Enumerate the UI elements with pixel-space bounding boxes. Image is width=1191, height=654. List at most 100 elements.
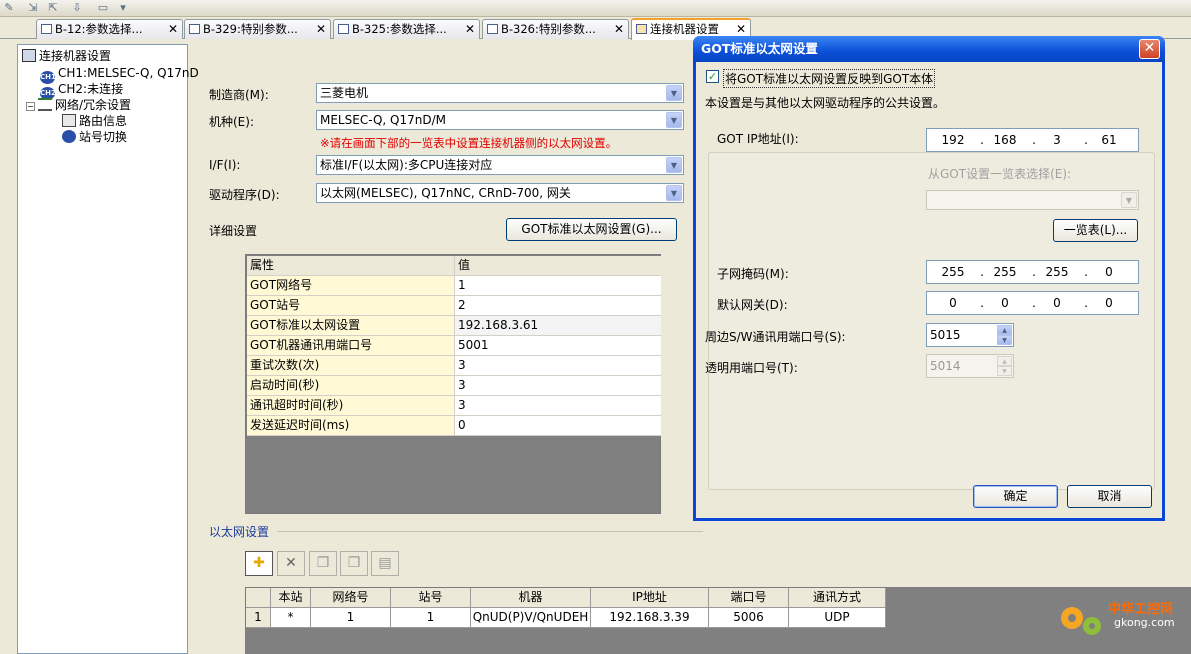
delete-row-button[interactable]: ✕ — [277, 551, 305, 576]
tool-icon-2[interactable]: ⇲ — [26, 1, 40, 15]
dialog-title-bar[interactable]: GOT标准以太网设置 ✕ — [693, 36, 1165, 62]
ip-octet[interactable]: 168 — [985, 129, 1025, 151]
driver-select[interactable]: 以太网(MELSEC), Q17nNC, CRnD-700, 网关 ▼ — [316, 183, 684, 203]
property-row[interactable]: 重试次数(次) 3 — [247, 356, 661, 376]
ip-octet[interactable]: 0 — [933, 292, 973, 314]
ip-octet[interactable]: 192 — [933, 129, 973, 151]
tool-icon-1[interactable]: ✎ — [2, 1, 16, 15]
list-button[interactable]: 一览表(L)... — [1053, 219, 1138, 242]
chevron-down-icon[interactable]: ▼ — [666, 112, 682, 128]
property-value[interactable]: 5001 — [455, 336, 661, 355]
property-row[interactable]: GOT网络号 1 — [247, 276, 661, 296]
tab-b329[interactable]: B-329:特别参数... ✕ — [184, 19, 331, 39]
tab-b12[interactable]: B-12:参数选择... ✕ — [36, 19, 183, 39]
ip-octet[interactable]: 255 — [985, 261, 1025, 283]
driver-value: 以太网(MELSEC), Q17nNC, CRnD-700, 网关 — [320, 186, 571, 200]
tab-close-icon[interactable]: ✕ — [465, 20, 475, 39]
tab-close-icon[interactable]: ✕ — [168, 20, 178, 39]
tree-item-root[interactable]: 连接机器设置 — [22, 48, 111, 64]
tab-close-icon[interactable]: ✕ — [614, 20, 624, 39]
table-cell[interactable]: * — [271, 608, 311, 628]
tree-item-route[interactable]: 路由信息 — [62, 113, 127, 129]
subnet-input[interactable]: 255 . 255 . 255 . 0 — [926, 260, 1139, 284]
chevron-down-icon[interactable]: ▼ — [666, 85, 682, 101]
interface-select[interactable]: 标准I/F(以太网):多CPU连接对应 ▼ — [316, 155, 684, 175]
chevron-down-icon[interactable]: ▼ — [666, 185, 682, 201]
tree-item-ch2[interactable]: CH2 CH2:未连接 — [40, 81, 123, 100]
add-row-button[interactable]: ✚ — [245, 551, 273, 576]
cancel-button[interactable]: 取消 — [1067, 485, 1152, 508]
tree-item-label: 路由信息 — [79, 114, 128, 128]
tree-item-ch1[interactable]: CH1 CH1:MELSEC-Q, Q17nD — [40, 65, 199, 84]
delete-icon: ✕ — [285, 555, 297, 571]
gateway-input[interactable]: 0 . 0 . 0 . 0 — [926, 291, 1139, 315]
tree-item-network[interactable]: − 网络/冗余设置 — [26, 97, 131, 113]
ip-octet[interactable]: 0 — [1089, 292, 1129, 314]
paste-row-button[interactable]: ▤ — [371, 551, 399, 576]
reflect-checkbox[interactable]: ✓ — [706, 70, 719, 83]
spin-down-icon[interactable]: ▼ — [997, 335, 1012, 345]
station-switch-icon — [62, 130, 76, 143]
ip-octet[interactable]: 0 — [985, 292, 1025, 314]
property-value[interactable]: 3 — [455, 356, 661, 375]
network-icon — [38, 98, 52, 111]
ip-octet[interactable]: 3 — [1037, 129, 1077, 151]
table-empty-area — [245, 628, 1191, 654]
property-value[interactable]: 3 — [455, 376, 661, 395]
maker-select[interactable]: 三菱电机 ▼ — [316, 83, 684, 103]
peripheral-port-value[interactable]: 5015 — [930, 328, 961, 342]
model-label: 机种(E): — [209, 115, 254, 129]
duplicate-row-button[interactable]: ❐ — [340, 551, 368, 576]
collapse-icon[interactable]: − — [26, 102, 35, 111]
ip-octet[interactable]: 0 — [1037, 292, 1077, 314]
tool-icon-4[interactable]: ⇩ — [70, 1, 84, 15]
screen-icon — [338, 24, 349, 34]
monitor-icon[interactable]: ▭ — [96, 1, 110, 15]
property-row[interactable]: 启动时间(秒) 3 — [247, 376, 661, 396]
toolbar-options-icon[interactable]: ▾ — [116, 1, 130, 15]
got-ip-input[interactable]: 192 . 168 . 3 . 61 — [926, 128, 1139, 152]
dialog-title: GOT标准以太网设置 — [701, 41, 818, 56]
ok-button[interactable]: 确定 — [973, 485, 1058, 508]
table-cell[interactable]: 5006 — [709, 608, 789, 628]
ethernet-section-title: 以太网设置 — [209, 525, 270, 539]
property-value[interactable]: 2 — [455, 296, 661, 315]
property-value[interactable]: 3 — [455, 396, 661, 415]
property-key: GOT网络号 — [247, 276, 455, 295]
property-value[interactable]: 1 — [455, 276, 661, 295]
transparent-port-label: 透明用端口号(T): — [705, 361, 798, 375]
tab-close-icon[interactable]: ✕ — [316, 20, 326, 39]
property-value[interactable]: 0 — [455, 416, 661, 435]
property-row[interactable]: GOT站号 2 — [247, 296, 661, 316]
column-header: 站号 — [391, 588, 471, 608]
ip-octet[interactable]: 0 — [1089, 261, 1129, 283]
ip-octet[interactable]: 61 — [1089, 129, 1129, 151]
ip-octet[interactable]: 255 — [1037, 261, 1077, 283]
property-row[interactable]: 发送延迟时间(ms) 0 — [247, 416, 661, 436]
peripheral-port-stepper[interactable]: 5015 ▲ ▼ — [926, 323, 1014, 347]
copy-row-button[interactable]: ❐ — [309, 551, 337, 576]
close-icon[interactable]: ✕ — [1139, 39, 1160, 59]
model-select[interactable]: MELSEC-Q, Q17nD/M ▼ — [316, 110, 684, 130]
tab-b325[interactable]: B-325:参数选择... ✕ — [333, 19, 480, 39]
ip-octet[interactable]: 255 — [933, 261, 973, 283]
property-row[interactable]: 通讯超时时间(秒) 3 — [247, 396, 661, 416]
table-cell[interactable]: 1 — [391, 608, 471, 628]
table-cell[interactable]: QnUD(P)V/QnUDEH — [471, 608, 591, 628]
chevron-down-icon[interactable]: ▼ — [666, 157, 682, 173]
got-ethernet-settings-button[interactable]: GOT标准以太网设置(G)... — [506, 218, 677, 241]
tree-item-station[interactable]: 站号切换 — [62, 129, 127, 145]
table-cell[interactable]: 192.168.3.39 — [591, 608, 709, 628]
row-number: 1 — [246, 608, 271, 628]
screen-icon — [487, 24, 498, 34]
tab-b326[interactable]: B-326:特别参数... ✕ — [482, 19, 629, 39]
chevron-down-icon: ▼ — [1121, 192, 1137, 208]
property-row[interactable]: GOT标准以太网设置 192.168.3.61 — [247, 316, 661, 336]
table-cell[interactable]: UDP — [789, 608, 886, 628]
spin-up-icon[interactable]: ▲ — [997, 325, 1012, 335]
property-value[interactable]: 192.168.3.61 — [455, 316, 661, 335]
tool-icon-3[interactable]: ⇱ — [46, 1, 60, 15]
reflect-checkbox-label[interactable]: 将GOT标准以太网设置反映到GOT本体 — [723, 69, 936, 88]
table-cell[interactable]: 1 — [311, 608, 391, 628]
property-row[interactable]: GOT机器通讯用端口号 5001 — [247, 336, 661, 356]
